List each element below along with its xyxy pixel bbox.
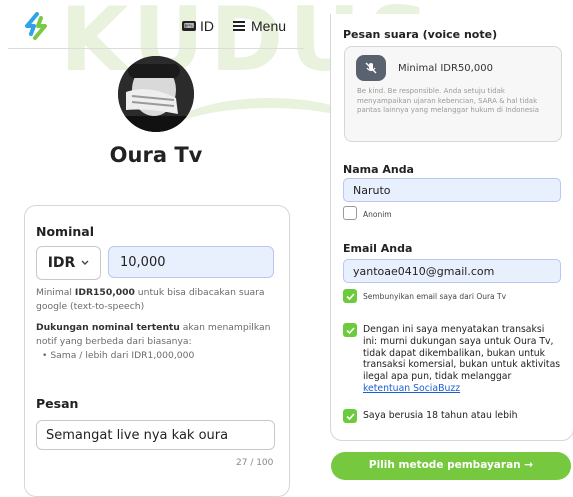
currency-select[interactable]: IDR bbox=[36, 246, 101, 280]
hamburger-icon bbox=[233, 21, 245, 31]
avatar bbox=[118, 56, 194, 132]
name-input[interactable]: Naruto bbox=[343, 178, 561, 202]
menu-label: Menu bbox=[251, 18, 287, 34]
age-confirm-label: Saya berusia 18 tahun atau lebih bbox=[363, 410, 518, 421]
email-label: Email Anda bbox=[343, 242, 413, 255]
email-input[interactable]: yantoae0410@gmail.com bbox=[343, 259, 561, 283]
message-char-counter: 27 / 100 bbox=[236, 458, 274, 468]
tts-note: Minimal IDR150,000 untuk bisa dibacakan … bbox=[36, 287, 265, 312]
language-label: ID bbox=[200, 18, 214, 34]
mic-muted-icon bbox=[365, 62, 377, 74]
nominal-label: Nominal bbox=[36, 224, 94, 239]
anonymous-checkbox[interactable] bbox=[343, 206, 357, 220]
voice-note-minimum: Minimal IDR50,000 bbox=[398, 63, 493, 74]
anonymous-label: Anonim bbox=[363, 210, 392, 219]
choose-payment-button[interactable]: Pilih metode pembayaran → bbox=[331, 452, 571, 480]
keyboard-icon: ⌨ bbox=[182, 21, 196, 31]
currency-value: IDR bbox=[47, 255, 76, 271]
creator-name: Oura Tv bbox=[109, 143, 203, 167]
special-note-item: • Sama / lebih dari IDR1,000,000 bbox=[42, 350, 195, 361]
voice-note-disclaimer: Be kind. Be responsible. Anda setuju tid… bbox=[357, 87, 540, 114]
hide-email-checkbox[interactable] bbox=[343, 289, 357, 303]
hide-email-label: Sembunyikan email saya dari Oura Tv bbox=[363, 292, 507, 301]
special-note: Dukungan nominal tertentu akan menampilk… bbox=[36, 322, 271, 347]
voice-note-label: Pesan suara (voice note) bbox=[343, 28, 498, 41]
message-label: Pesan bbox=[36, 396, 79, 411]
amount-input[interactable]: 10,000 bbox=[108, 246, 274, 278]
terms-statement: Dengan ini saya menyatakan transaksi ini… bbox=[363, 324, 561, 394]
check-icon bbox=[345, 326, 355, 334]
avatar-photo bbox=[118, 56, 194, 132]
header-divider bbox=[8, 48, 304, 49]
age-checkbox[interactable] bbox=[343, 409, 357, 423]
chevron-down-icon bbox=[81, 260, 89, 265]
name-label: Nama Anda bbox=[343, 163, 414, 176]
check-icon bbox=[345, 292, 355, 300]
terms-link[interactable]: ketentuan SociaBuzz bbox=[363, 383, 460, 394]
menu-button[interactable]: Menu bbox=[233, 18, 286, 34]
sociabuzz-logo-icon[interactable] bbox=[22, 12, 50, 40]
language-switch[interactable]: ⌨ ID bbox=[182, 18, 214, 34]
message-input[interactable]: Semangat live nya kak oura bbox=[36, 420, 275, 450]
terms-checkbox[interactable] bbox=[343, 323, 357, 337]
voice-record-button[interactable] bbox=[356, 55, 386, 81]
check-icon bbox=[345, 412, 355, 420]
